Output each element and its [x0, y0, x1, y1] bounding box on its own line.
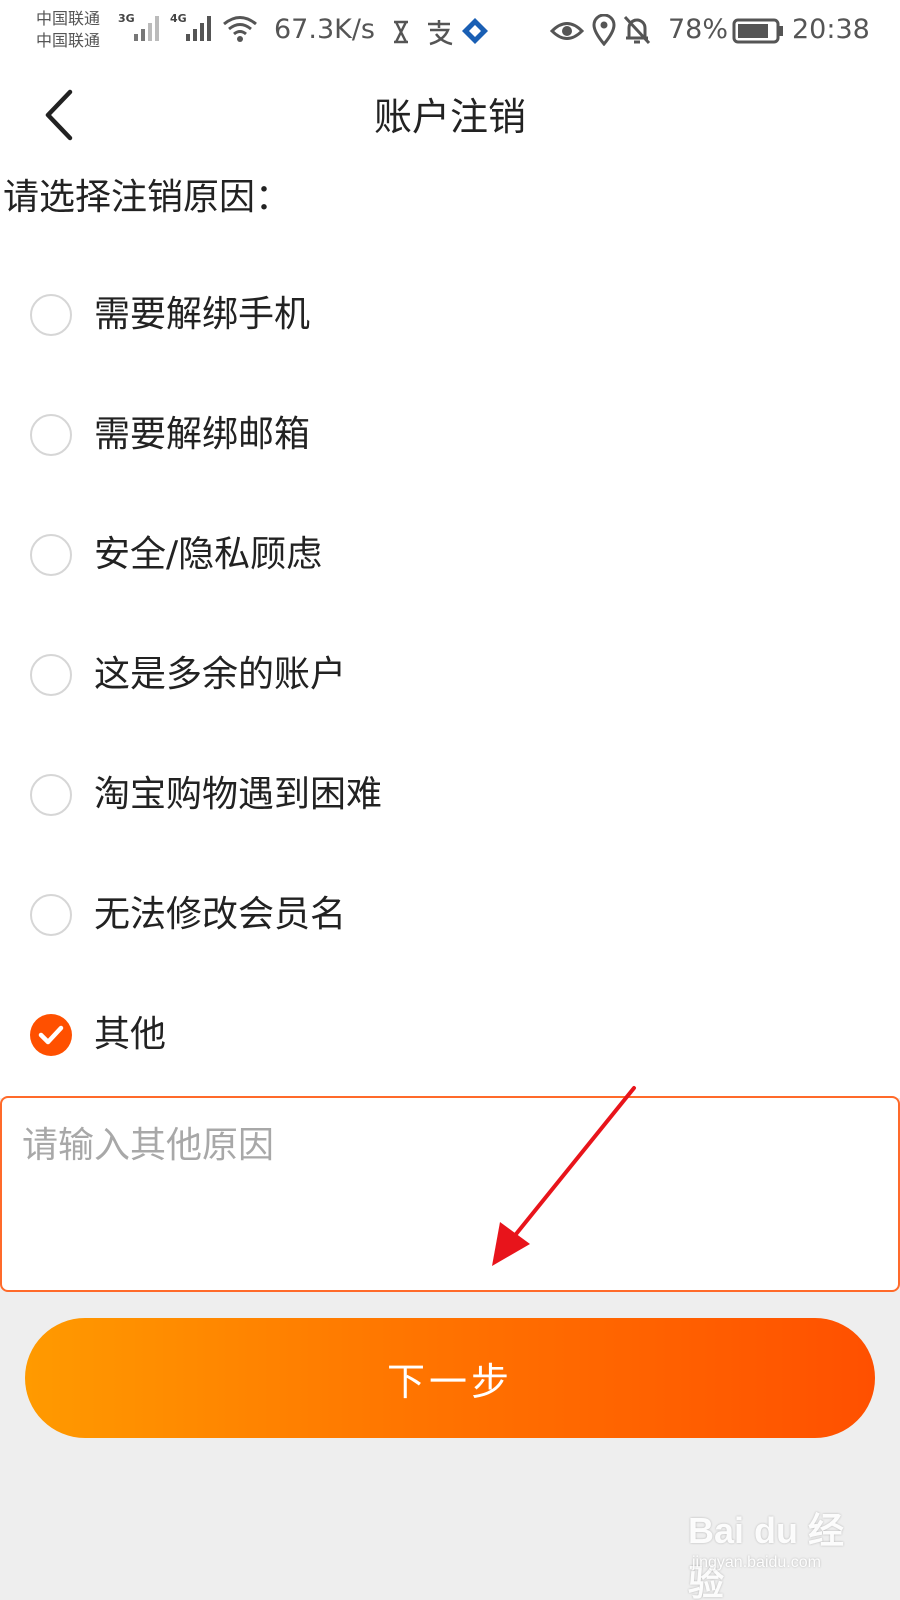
watermark-logo: Bai du 经验 — [688, 1510, 845, 1600]
network-speed: 67.3K/s — [274, 14, 375, 45]
watermark-url: jingyan.baidu.com — [692, 1554, 821, 1571]
mute-bell-icon — [623, 15, 651, 45]
signal-icon — [134, 16, 159, 41]
carrier-2: 中国联通 — [36, 31, 101, 50]
baidu-jingyan-watermark: Bai du 经验 jingyan.baidu.com — [688, 1502, 868, 1600]
clock: 20:38 — [792, 14, 870, 45]
carrier-info: 中国联通 中国联通 — [36, 8, 100, 52]
location-icon — [592, 14, 616, 46]
radio-button[interactable] — [30, 774, 72, 816]
option-privacy[interactable]: 安全/隐私顾虑 — [0, 505, 900, 605]
option-shopping-difficulty[interactable]: 淘宝购物遇到困难 — [0, 745, 900, 845]
app-badge-icon — [462, 18, 488, 44]
option-label: 安全/隐私顾虑 — [94, 534, 323, 575]
next-step-button[interactable]: 下一步 — [25, 1318, 875, 1438]
option-label: 需要解绑手机 — [94, 294, 311, 335]
option-label: 需要解绑邮箱 — [94, 414, 311, 455]
carrier-1: 中国联通 — [36, 9, 101, 28]
radio-button[interactable] — [30, 294, 72, 336]
option-label: 淘宝购物遇到困难 — [94, 774, 383, 815]
option-label: 这是多余的账户 — [94, 654, 347, 695]
battery-percent: 78% — [668, 14, 729, 45]
radio-button[interactable] — [30, 654, 72, 696]
page-title: 账户注销 — [373, 95, 526, 139]
signal-icon — [186, 16, 211, 41]
option-unbind-phone[interactable]: 需要解绑手机 — [0, 265, 900, 365]
radio-button-checked[interactable] — [30, 1014, 72, 1056]
wifi-icon — [223, 16, 257, 42]
battery-icon — [732, 18, 783, 44]
option-label: 其他 — [94, 1014, 167, 1055]
option-unbind-email[interactable]: 需要解绑邮箱 — [0, 385, 900, 485]
option-other[interactable]: 其他 — [0, 985, 900, 1085]
reason-prompt: 请选择注销原因： — [3, 177, 292, 218]
alipay-icon — [428, 20, 453, 46]
status-bar: 中国联通 中国联通 3G 4G 67.3K/s 78% 20:38 — [0, 0, 900, 62]
option-label: 无法修改会员名 — [94, 894, 347, 935]
other-reason-field[interactable] — [0, 1096, 900, 1292]
eye-icon — [550, 22, 584, 40]
other-reason-input[interactable] — [2, 1098, 898, 1290]
option-cannot-rename[interactable]: 无法修改会员名 — [0, 865, 900, 965]
checkmark-icon — [38, 1025, 64, 1045]
radio-button[interactable] — [30, 414, 72, 456]
hourglass-icon — [394, 20, 408, 44]
radio-button[interactable] — [30, 534, 72, 576]
option-redundant-account[interactable]: 这是多余的账户 — [0, 625, 900, 725]
radio-button[interactable] — [30, 894, 72, 936]
